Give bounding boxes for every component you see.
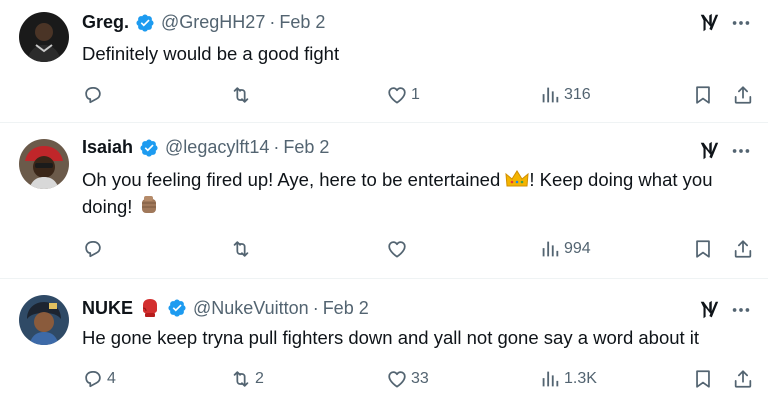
- tweet-header: Greg. @GregHH27 · Feb 2: [82, 12, 325, 33]
- retweet-count: 2: [255, 370, 264, 387]
- views-count: 316: [564, 86, 591, 103]
- separator-dot: ·: [312, 297, 319, 318]
- retweet-button[interactable]: [230, 236, 255, 262]
- retweet-button[interactable]: 2: [230, 366, 264, 392]
- views-icon: [539, 238, 561, 260]
- user-handle[interactable]: @GregHH27: [161, 12, 265, 33]
- views-button[interactable]: 1.3K: [539, 366, 597, 392]
- avatar-image: [19, 295, 69, 345]
- tweet-text: He gone keep tryna pull fighters down an…: [82, 327, 700, 348]
- bookmark-button[interactable]: [692, 236, 714, 262]
- retweet-icon: [230, 238, 252, 260]
- reply-icon: [82, 368, 104, 390]
- avatar[interactable]: [19, 12, 69, 62]
- verified-badge-icon: [139, 138, 159, 158]
- reply-icon: [82, 238, 104, 260]
- tweet-actions: 994: [82, 236, 754, 262]
- like-icon: [386, 84, 408, 106]
- share-icon: [732, 368, 754, 390]
- more-icon[interactable]: [730, 140, 752, 162]
- share-button[interactable]: [732, 366, 754, 392]
- views-button[interactable]: 994: [539, 236, 591, 262]
- tweet-3[interactable]: NUKE @NukeVuitton · Feb 2 He gone keep t…: [0, 279, 768, 401]
- tweet-actions: 4 2 33 1.3K: [82, 366, 754, 392]
- tweet-header: NUKE @NukeVuitton · Feb 2: [82, 297, 369, 319]
- user-handle[interactable]: @legacylft14: [165, 137, 269, 158]
- crown-emoji: [505, 170, 530, 187]
- bookmark-icon: [692, 368, 714, 390]
- bookmark-icon: [692, 238, 714, 260]
- like-count: 33: [411, 370, 429, 387]
- like-icon: [386, 238, 408, 260]
- like-button[interactable]: 33: [386, 366, 429, 392]
- verified-badge-icon: [167, 298, 187, 318]
- verified-badge-icon: [135, 13, 155, 33]
- reply-button[interactable]: 4: [82, 366, 116, 392]
- bookmark-button[interactable]: [692, 366, 714, 392]
- display-name[interactable]: Greg.: [82, 12, 129, 33]
- user-handle[interactable]: @NukeVuitton: [193, 298, 309, 319]
- views-icon: [539, 368, 561, 390]
- views-count: 1.3K: [564, 370, 597, 387]
- share-button[interactable]: [732, 236, 754, 262]
- reply-button[interactable]: [82, 82, 107, 108]
- retweet-icon: [230, 84, 252, 106]
- bookmark-button[interactable]: [692, 82, 714, 108]
- like-count: 1: [411, 86, 420, 103]
- retweet-icon: [230, 368, 252, 390]
- views-count: 994: [564, 240, 591, 257]
- views-icon: [539, 84, 561, 106]
- share-icon: [732, 84, 754, 106]
- tweet-date[interactable]: Feb 2: [283, 137, 329, 158]
- display-name[interactable]: Isaiah: [82, 137, 133, 158]
- avatar[interactable]: [19, 295, 69, 345]
- share-icon: [732, 238, 754, 260]
- avatar-image: [19, 139, 69, 189]
- grok-icon[interactable]: [698, 12, 720, 34]
- reply-count: 4: [107, 370, 116, 387]
- fist-emoji: [141, 196, 156, 213]
- tweet-text: Definitely would be a good fight: [82, 43, 340, 64]
- tweet-text-part-1: Oh you feeling fired up! Aye, here to be…: [82, 169, 506, 190]
- boxing-glove-emoji: [142, 299, 158, 317]
- separator-dot: ·: [273, 137, 280, 157]
- tweet-header: Isaiah @legacylft14 · Feb 2: [82, 137, 329, 158]
- tweet-date[interactable]: Feb 2: [323, 298, 369, 319]
- reply-button[interactable]: [82, 236, 107, 262]
- display-name[interactable]: NUKE: [82, 298, 133, 319]
- grok-icon[interactable]: [698, 299, 720, 321]
- like-button[interactable]: [386, 236, 411, 262]
- views-button[interactable]: 316: [539, 82, 591, 108]
- reply-icon: [82, 84, 104, 106]
- more-icon[interactable]: [730, 12, 752, 34]
- tweet-date[interactable]: Feb 2: [279, 12, 325, 33]
- tweet-actions: 1 316: [82, 82, 754, 108]
- bookmark-icon: [692, 84, 714, 106]
- tweet-2[interactable]: Isaiah @legacylft14 · Feb 2 Oh you feeli…: [0, 123, 768, 279]
- more-icon[interactable]: [730, 299, 752, 321]
- avatar-image: [19, 12, 69, 62]
- like-icon: [386, 368, 408, 390]
- share-button[interactable]: [732, 82, 754, 108]
- separator-dot: ·: [269, 12, 276, 32]
- avatar[interactable]: [19, 139, 69, 189]
- like-button[interactable]: 1: [386, 82, 420, 108]
- retweet-button[interactable]: [230, 82, 255, 108]
- tweet-1[interactable]: Greg. @GregHH27 · Feb 2 Definitely would…: [0, 0, 768, 123]
- tweet-text: Oh you feeling fired up! Aye, here to be…: [82, 166, 752, 220]
- grok-icon[interactable]: [698, 140, 720, 162]
